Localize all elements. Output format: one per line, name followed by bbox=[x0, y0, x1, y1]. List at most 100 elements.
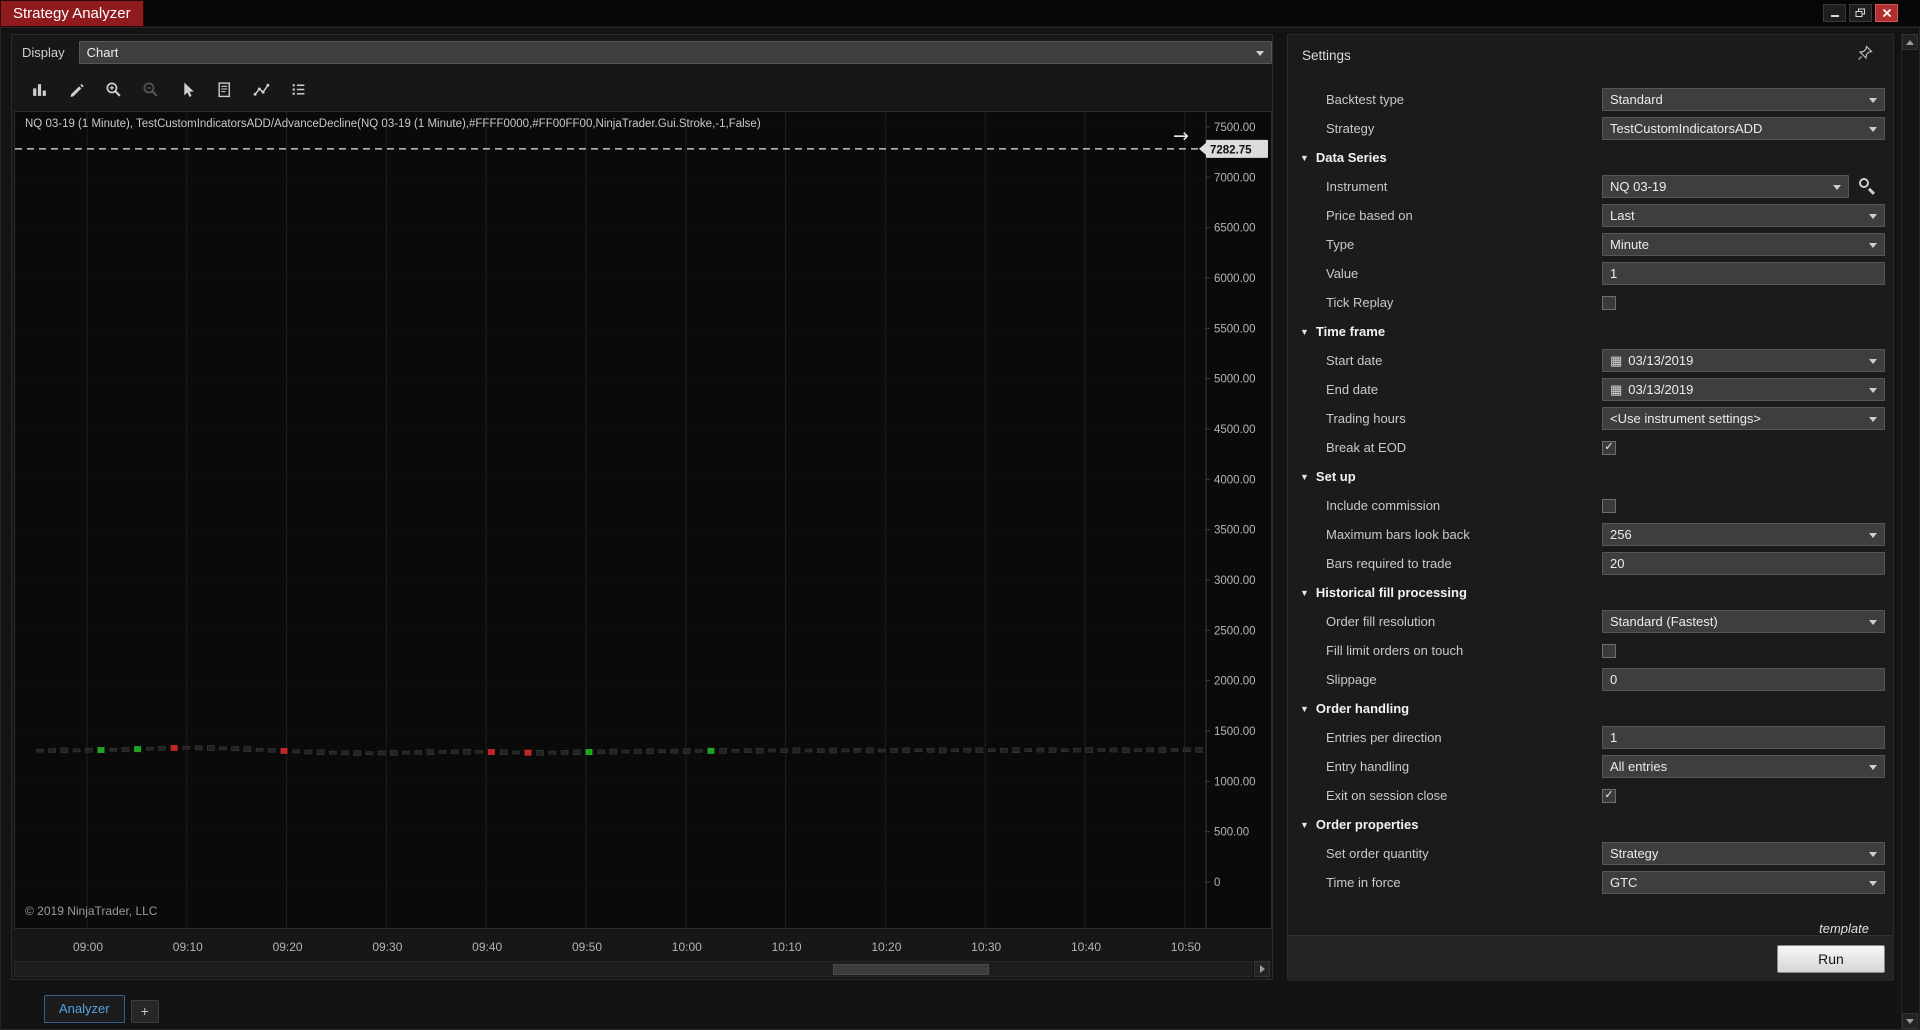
backtest-type-dropdown[interactable]: Standard bbox=[1602, 88, 1885, 111]
pin-icon[interactable] bbox=[1857, 45, 1873, 61]
candle bbox=[999, 748, 1008, 753]
restore-button[interactable] bbox=[1849, 4, 1872, 22]
candle bbox=[670, 748, 679, 754]
candle bbox=[536, 749, 545, 756]
scrollbar-thumb[interactable] bbox=[833, 964, 989, 975]
section-expander-icon[interactable]: ▼ bbox=[1300, 704, 1309, 714]
y-axis-label: 3500.00 bbox=[1214, 525, 1256, 537]
setting-control bbox=[1602, 726, 1885, 749]
entry-handling-dropdown[interactable]: All entries bbox=[1602, 755, 1885, 778]
slippage-input[interactable] bbox=[1602, 668, 1885, 691]
report-icon[interactable] bbox=[211, 76, 238, 103]
calendar-icon: ▦ bbox=[1610, 382, 1623, 397]
candle bbox=[719, 748, 728, 754]
scrollbar-track[interactable] bbox=[14, 961, 1252, 977]
bar-chart-icon[interactable] bbox=[26, 76, 53, 103]
minimize-button[interactable] bbox=[1823, 4, 1846, 22]
break-at-eod-checkbox[interactable]: ✓ bbox=[1602, 440, 1616, 455]
candle bbox=[938, 747, 947, 754]
set-order-quantity-dropdown[interactable]: Strategy bbox=[1602, 842, 1885, 865]
section-expander-icon[interactable]: ▼ bbox=[1300, 820, 1309, 830]
calendar-icon: ▦ bbox=[1610, 353, 1623, 368]
add-tab-button[interactable]: + bbox=[130, 1000, 159, 1023]
window-title: Strategy Analyzer bbox=[0, 0, 144, 27]
section-label: Order properties bbox=[1315, 817, 1419, 832]
exit-on-session-close-checkbox[interactable]: ✓ bbox=[1602, 788, 1616, 803]
x-axis-label: 09:00 bbox=[72, 940, 104, 954]
candle bbox=[438, 750, 447, 754]
candle bbox=[877, 748, 886, 753]
candle bbox=[768, 748, 776, 753]
order-fill-resolution-dropdown[interactable]: Standard (Fastest) bbox=[1602, 610, 1885, 633]
instrument-search-icon[interactable] bbox=[1858, 177, 1877, 196]
section-expander-icon[interactable]: ▼ bbox=[1300, 153, 1309, 163]
run-button[interactable]: Run bbox=[1777, 945, 1885, 973]
scroll-up-button[interactable] bbox=[1902, 34, 1918, 50]
type-dropdown[interactable]: Minute bbox=[1602, 233, 1885, 256]
setting-control bbox=[1602, 494, 1885, 517]
maximum-bars-look-back-dropdown[interactable]: 256 bbox=[1602, 523, 1885, 546]
cursor-icon[interactable] bbox=[174, 76, 201, 103]
vertical-scrollbar[interactable] bbox=[1901, 34, 1918, 1029]
candle bbox=[414, 750, 423, 755]
time-in-force-dropdown[interactable]: GTC bbox=[1602, 871, 1885, 894]
chevron-down-icon bbox=[1869, 98, 1877, 103]
trading-hours-dropdown[interactable]: <Use instrument settings> bbox=[1602, 407, 1885, 430]
candle bbox=[499, 749, 508, 756]
price-chart[interactable]: 7500.00 7000.00 6500.00 6000.00 5500.00 5000.… bbox=[15, 112, 1271, 928]
chart-area[interactable]: NQ 03-19 (1 Minute), TestCustomIndicator… bbox=[14, 111, 1272, 929]
setting-label: Order fill resolution bbox=[1326, 614, 1436, 629]
start-date-picker[interactable]: ▦ 03/13/2019 bbox=[1602, 349, 1885, 372]
candle bbox=[865, 747, 874, 754]
section-label: Data Series bbox=[1315, 150, 1387, 165]
y-axis-label: 1000.00 bbox=[1214, 776, 1256, 788]
triangle-down-icon bbox=[1906, 1018, 1914, 1024]
candle bbox=[231, 746, 239, 752]
price-based-on-dropdown[interactable]: Last bbox=[1602, 204, 1885, 227]
candle bbox=[402, 750, 410, 755]
strategy-dropdown[interactable]: TestCustomIndicatorsADD bbox=[1602, 117, 1885, 140]
candle bbox=[426, 749, 435, 755]
chevron-down-icon bbox=[1869, 214, 1877, 219]
candle bbox=[694, 749, 703, 753]
bars-required-to-trade-input[interactable] bbox=[1602, 552, 1885, 575]
dropdown-value: NQ 03-19 bbox=[1610, 179, 1667, 194]
right-arrow-icon[interactable]: → bbox=[1173, 125, 1189, 147]
polyline-icon[interactable] bbox=[248, 76, 275, 103]
end-date-picker[interactable]: ▦ 03/13/2019 bbox=[1602, 378, 1885, 401]
section-expander-icon[interactable]: ▼ bbox=[1300, 327, 1309, 337]
settings-row-price-based-on: Price based on Last bbox=[1288, 201, 1893, 230]
setting-control: ✓ bbox=[1602, 436, 1885, 459]
settings-row-entry-handling: Entry handling All entries bbox=[1288, 752, 1893, 781]
include-commission-checkbox[interactable] bbox=[1602, 498, 1616, 513]
entries-per-direction-input[interactable] bbox=[1602, 726, 1885, 749]
zoom-in-icon[interactable] bbox=[100, 76, 127, 103]
candle bbox=[1170, 748, 1179, 752]
pencil-icon[interactable] bbox=[63, 76, 90, 103]
y-axis-label: 5000.00 bbox=[1214, 374, 1256, 386]
close-button[interactable] bbox=[1875, 4, 1898, 22]
candle bbox=[780, 748, 789, 753]
settings-row-set-up: ▼ Set up bbox=[1288, 462, 1893, 491]
chevron-down-icon bbox=[1869, 533, 1877, 538]
scroll-right-button[interactable] bbox=[1254, 961, 1270, 977]
fill-limit-orders-on-touch-checkbox[interactable] bbox=[1602, 643, 1616, 658]
display-dropdown[interactable]: Chart bbox=[78, 40, 1272, 64]
chevron-down-icon bbox=[1869, 359, 1877, 364]
value-input[interactable] bbox=[1602, 262, 1885, 285]
candle bbox=[1024, 748, 1033, 752]
tab-analyzer[interactable]: Analyzer bbox=[44, 995, 125, 1023]
scroll-down-button[interactable] bbox=[1902, 1013, 1918, 1029]
section-expander-icon[interactable]: ▼ bbox=[1300, 588, 1309, 598]
chart-horizontal-scrollbar[interactable] bbox=[14, 961, 1270, 977]
tick-replay-checkbox[interactable] bbox=[1602, 295, 1616, 310]
list-icon[interactable] bbox=[285, 76, 312, 103]
instrument-dropdown[interactable]: NQ 03-19 bbox=[1602, 175, 1849, 198]
settings-row-time-frame: ▼ Time frame bbox=[1288, 317, 1893, 346]
template-link[interactable]: template bbox=[1819, 921, 1869, 936]
candle bbox=[646, 748, 654, 755]
triangle-right-icon bbox=[1259, 965, 1265, 973]
section-expander-icon[interactable]: ▼ bbox=[1300, 472, 1309, 482]
candle bbox=[1097, 748, 1106, 752]
setting-label: Set order quantity bbox=[1326, 846, 1429, 861]
